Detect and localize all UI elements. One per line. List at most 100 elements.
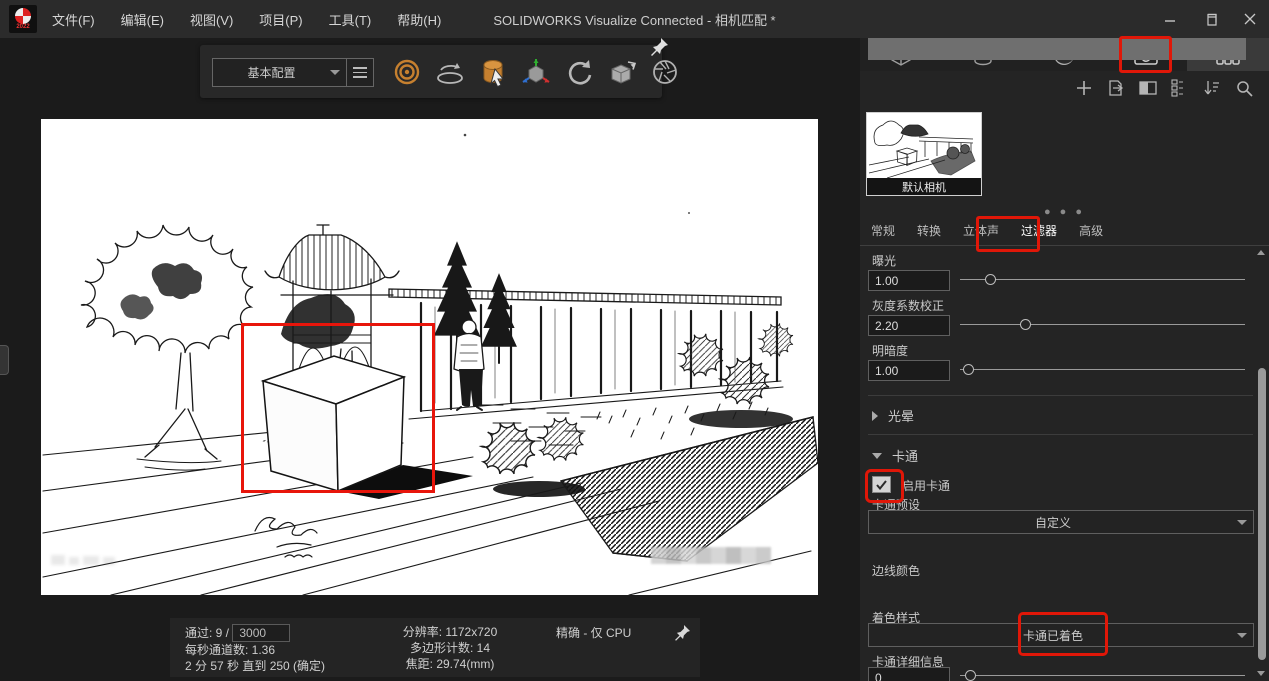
- left-panel-collapse-handle[interactable]: [0, 345, 9, 375]
- appearance-picker-button[interactable]: [476, 55, 510, 89]
- turntable-icon: [434, 57, 466, 87]
- configuration-dropdown[interactable]: 基本配置: [212, 58, 374, 87]
- menu-item-tools[interactable]: 工具(T): [329, 10, 372, 29]
- scene-cube-button[interactable]: [605, 55, 639, 89]
- grid-options-icon: [1171, 79, 1189, 97]
- camera-match-button[interactable]: [390, 55, 424, 89]
- turntable-button[interactable]: [433, 55, 467, 89]
- file-export-icon: [1107, 79, 1125, 97]
- cartoon-label: 卡通: [892, 446, 918, 465]
- cartoon-preset-dropdown[interactable]: 自定义: [868, 510, 1254, 534]
- polygon-count: 多边形计数: 14: [370, 640, 530, 656]
- annotation-cube-selection: [241, 323, 435, 493]
- minimize-icon: [1164, 13, 1176, 25]
- plus-icon: [1076, 80, 1092, 96]
- search-icon: [1236, 80, 1253, 97]
- collapsed-arrow-icon: [872, 411, 878, 421]
- chevron-down-icon: [1237, 633, 1247, 638]
- sort-descending-icon: [1203, 79, 1221, 97]
- bloom-label: 光晕: [888, 406, 914, 425]
- toolbar-pin-icon[interactable]: [650, 36, 670, 56]
- watermark-right: [651, 547, 771, 564]
- search-button[interactable]: [1233, 77, 1255, 99]
- group-options-button[interactable]: [1169, 77, 1191, 99]
- gamma-input[interactable]: [868, 315, 950, 336]
- import-button[interactable]: [1105, 77, 1127, 99]
- passes-limit-input[interactable]: 3000: [232, 624, 290, 642]
- move-object-button[interactable]: [519, 55, 553, 89]
- add-camera-button[interactable]: [1073, 77, 1095, 99]
- subtab-advanced[interactable]: 高级: [1068, 222, 1114, 239]
- camera-thumbnail-image: [867, 113, 981, 178]
- passes-label: 通过: 9 /: [185, 626, 229, 640]
- axes-cube-icon: [520, 56, 552, 88]
- camera-item-default[interactable]: ✓ 默认相机: [866, 112, 982, 196]
- window-title: SOLIDWORKS Visualize Connected - 相机匹配 *: [493, 0, 775, 38]
- subtab-filters[interactable]: 过滤器: [1010, 222, 1068, 239]
- sort-button[interactable]: [1201, 77, 1223, 99]
- title-bar: 2022 文件(F) 编辑(E) 视图(V) 项目(P) 工具(T) 帮助(H)…: [0, 0, 1269, 38]
- gamma-slider[interactable]: [960, 319, 1245, 331]
- menu-item-project[interactable]: 项目(P): [259, 10, 302, 29]
- render-status-panel: 通过: 9 / 3000 每秒通道数: 1.36 2 分 57 秒 直到 250…: [170, 618, 700, 677]
- expanded-arrow-icon: [872, 453, 882, 459]
- configuration-list-button[interactable]: [346, 59, 373, 86]
- chevron-down-icon: [1237, 520, 1247, 525]
- reset-rotate-button[interactable]: [562, 55, 596, 89]
- cartoon-section-header[interactable]: 卡通: [872, 446, 918, 465]
- status-pin-icon[interactable]: [674, 624, 692, 642]
- configuration-value: 基本配置: [213, 64, 330, 81]
- menu-item-view[interactable]: 视图(V): [190, 10, 233, 29]
- minimize-button[interactable]: [1157, 8, 1183, 30]
- camera-aperture-button[interactable]: [648, 55, 682, 89]
- render-mode: 精确 - 仅 CPU: [556, 624, 631, 641]
- cube-arrow-icon: [606, 56, 638, 88]
- gamma-label: 灰度系数校正: [872, 297, 944, 314]
- camera-list-toolbar: [860, 74, 1269, 102]
- cartoon-preset-value: 自定义: [869, 514, 1237, 531]
- enable-cartoon-label: 启用卡通: [902, 477, 950, 494]
- exposure-input[interactable]: [868, 270, 950, 291]
- cartoon-detail-slider[interactable]: [960, 670, 1245, 681]
- lightness-input[interactable]: [868, 360, 950, 381]
- focal-length: 焦距: 29.74(mm): [370, 656, 530, 672]
- render-canvas[interactable]: [41, 119, 818, 595]
- split-columns-icon: [1139, 80, 1157, 96]
- restore-button[interactable]: [1197, 8, 1223, 30]
- lightness-slider[interactable]: [960, 364, 1245, 376]
- camera-subtabs: 常规 转换 立体声 过滤器 高级: [860, 216, 1269, 246]
- rotate-arrow-icon: [564, 57, 594, 87]
- aperture-icon: [650, 57, 680, 87]
- split-view-button[interactable]: [1137, 77, 1159, 99]
- passes-per-second: 每秒通道数: 1.36: [185, 642, 325, 658]
- app-logo-icon: 2022: [9, 5, 37, 33]
- palette-panel: ✓ 默认相机 ● ● ● 常规 转换 立体声 过滤器 高级 曝光 灰度系数校正 …: [860, 38, 1269, 681]
- lightness-label: 明暗度: [872, 342, 908, 359]
- app-window: 2022 文件(F) 编辑(E) 视图(V) 项目(P) 工具(T) 帮助(H)…: [0, 0, 1269, 681]
- exposure-label: 曝光: [872, 252, 896, 269]
- exposure-slider[interactable]: [960, 274, 1245, 286]
- shading-style-dropdown[interactable]: 卡通已着色: [868, 623, 1254, 647]
- enable-cartoon-checkbox[interactable]: [872, 476, 891, 493]
- viewport: 基本配置: [0, 38, 860, 681]
- scroll-up-arrow[interactable]: [1257, 250, 1265, 255]
- concentric-rings-icon: [392, 57, 422, 87]
- checkmark-icon: [876, 480, 887, 490]
- camera-item-label: 默认相机: [867, 178, 981, 195]
- menu-item-help[interactable]: 帮助(H): [397, 10, 441, 29]
- scrollbar-thumb[interactable]: [1258, 368, 1266, 660]
- close-button[interactable]: [1237, 8, 1263, 30]
- menu-item-file[interactable]: 文件(F): [52, 10, 95, 29]
- resolution: 分辨率: 1172x720: [370, 624, 530, 640]
- bloom-section-header[interactable]: 光晕: [872, 406, 914, 425]
- logo-year: 2022: [16, 24, 29, 30]
- subtab-stereo[interactable]: 立体声: [952, 222, 1010, 239]
- cartoon-detail-input[interactable]: [868, 667, 950, 681]
- subtab-general[interactable]: 常规: [860, 222, 906, 239]
- outline-color-swatch[interactable]: [868, 38, 1246, 60]
- subtab-transform[interactable]: 转换: [906, 222, 952, 239]
- scroll-down-arrow[interactable]: [1257, 671, 1265, 676]
- menu-item-edit[interactable]: 编辑(E): [121, 10, 164, 29]
- viewport-toolbar: 基本配置: [200, 45, 662, 98]
- chevron-down-icon: [330, 70, 340, 75]
